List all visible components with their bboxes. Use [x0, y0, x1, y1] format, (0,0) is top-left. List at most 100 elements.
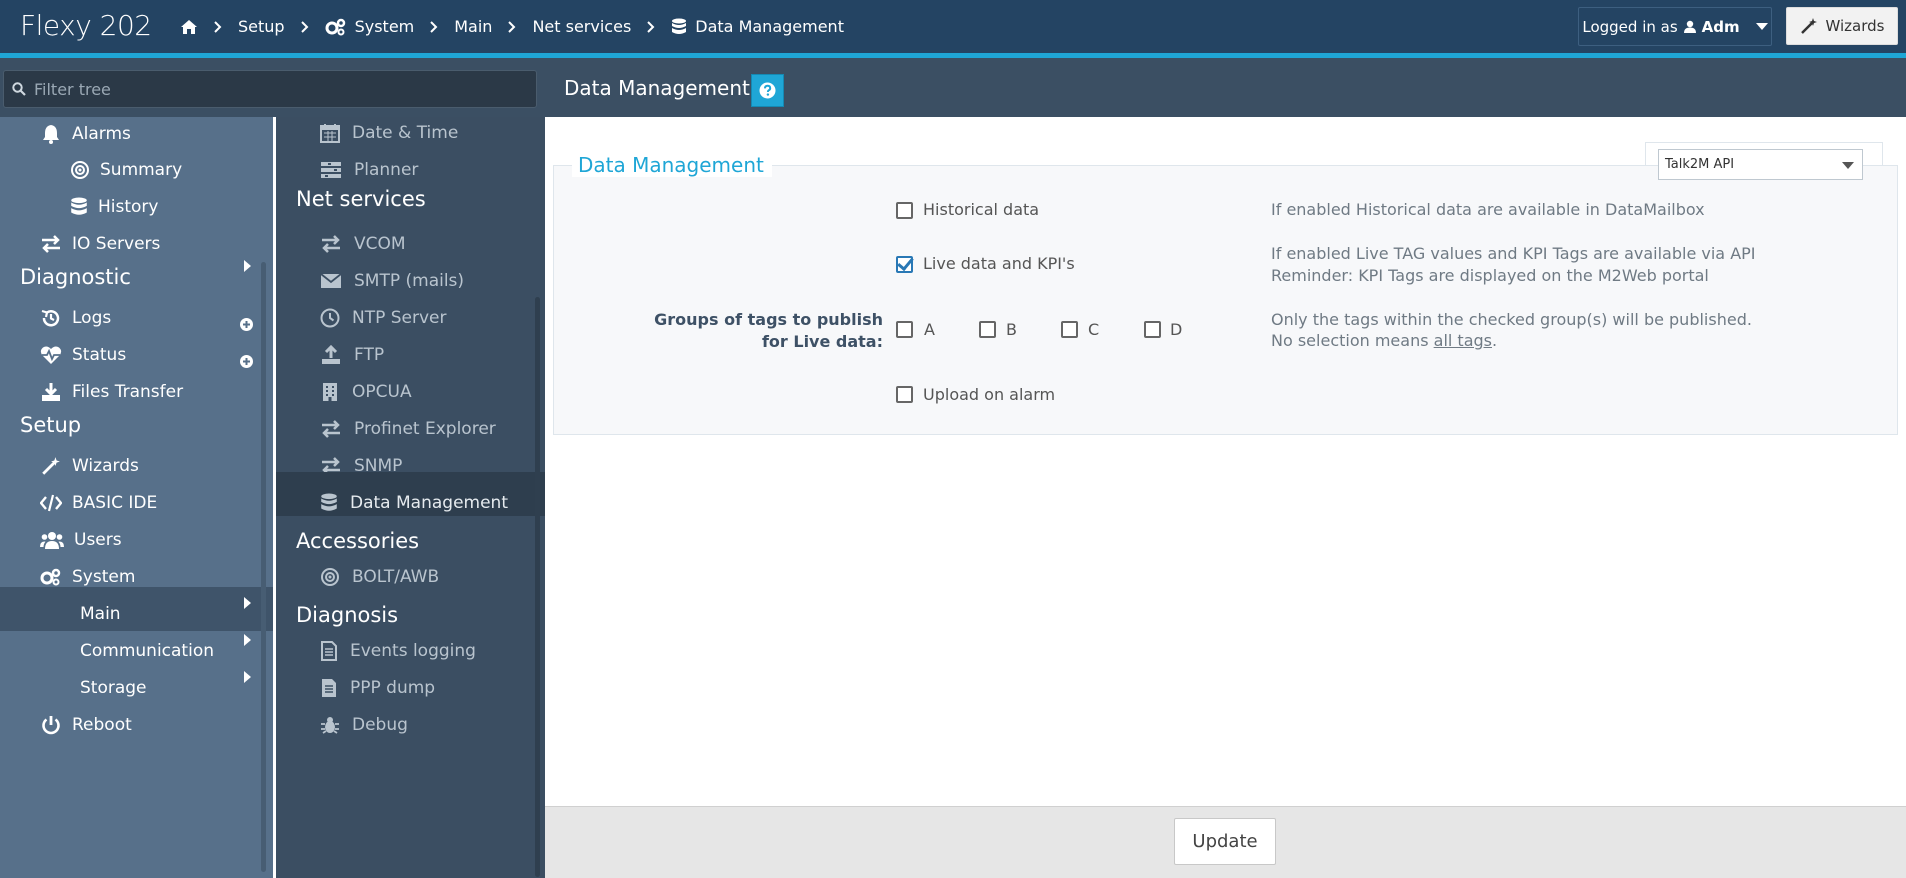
live-data-checkbox[interactable] — [896, 256, 913, 273]
chevron-right-icon — [198, 20, 238, 33]
bell-icon — [40, 123, 62, 145]
nav-reboot[interactable]: Reboot — [40, 715, 132, 735]
filter-tree-box[interactable] — [3, 70, 537, 108]
nav-alarms[interactable]: Alarms — [40, 123, 131, 145]
nav-opcua[interactable]: OPCUA — [320, 382, 412, 402]
nav-main-active-bg — [0, 587, 273, 631]
logged-in-menu[interactable]: Logged in as Adm — [1578, 7, 1772, 46]
groups-label-1: Groups of tags to publish — [654, 310, 883, 329]
historical-data-label: Historical data — [923, 200, 1040, 219]
chevron-right-icon — [492, 20, 532, 33]
nav-logs[interactable]: Logs — [40, 308, 111, 328]
nav-vcom[interactable]: VCOM — [320, 234, 406, 254]
section-diagnostic: Diagnostic — [20, 265, 131, 289]
heartbeat-icon — [40, 345, 62, 365]
filter-tree-input[interactable] — [34, 79, 514, 99]
breadcrumb-system[interactable]: System — [325, 17, 414, 36]
help-button[interactable] — [751, 74, 784, 107]
fieldset-legend: Data Management — [572, 153, 772, 177]
nav-main[interactable]: Main — [80, 604, 121, 624]
add-circle-icon[interactable] — [240, 355, 253, 368]
nav-io-servers[interactable]: IO Servers — [40, 234, 160, 254]
historical-data-checkbox[interactable] — [896, 202, 913, 219]
group-a-checkbox[interactable] — [896, 321, 913, 338]
nav-basic-ide[interactable]: BASIC IDE — [40, 493, 157, 513]
nav-planner[interactable]: Planner — [320, 160, 418, 180]
chevron-right-icon — [631, 20, 671, 33]
nav-wizards[interactable]: Wizards — [40, 456, 139, 476]
nav-ppp-dump[interactable]: PPP dump — [320, 678, 435, 698]
page-title: Data Management — [564, 76, 750, 100]
download-icon — [40, 382, 62, 402]
caret-down-icon — [1755, 22, 1768, 31]
nav-files-transfer[interactable]: Files Transfer — [40, 382, 183, 402]
breadcrumb-net-services[interactable]: Net services — [532, 17, 631, 36]
exchange-icon — [320, 235, 342, 253]
nav-data-management[interactable]: Data Management — [320, 493, 508, 513]
target-icon — [70, 160, 90, 180]
caret-down-icon — [1842, 162, 1854, 169]
chevron-right-icon — [285, 20, 325, 33]
home-icon — [180, 19, 198, 35]
nav-ntp-server[interactable]: NTP Server — [320, 308, 447, 328]
file-text-icon — [320, 641, 338, 661]
gears-icon — [325, 18, 347, 36]
nav-communication[interactable]: Communication — [80, 641, 214, 661]
update-button[interactable]: Update — [1174, 818, 1276, 865]
nav-date-time[interactable]: Date & Time — [320, 123, 458, 143]
user-icon — [1683, 20, 1696, 33]
api-select[interactable]: Talk2M API — [1658, 149, 1863, 180]
group-b-checkbox[interactable] — [979, 321, 996, 338]
nav-events-logging[interactable]: Events logging — [320, 641, 476, 661]
all-tags-link[interactable]: all tags — [1434, 331, 1492, 350]
expand-arrow-icon[interactable] — [244, 671, 251, 683]
bug-icon — [320, 715, 340, 735]
upload-on-alarm-checkbox[interactable] — [896, 386, 913, 403]
group-d-checkbox[interactable] — [1144, 321, 1161, 338]
nav-status[interactable]: Status — [40, 345, 126, 365]
nav-debug[interactable]: Debug — [320, 715, 408, 735]
historical-data-help: If enabled Historical data are available… — [1271, 200, 1705, 219]
breadcrumb-data-management[interactable]: Data Management — [671, 17, 844, 36]
nav-ftp[interactable]: FTP — [320, 345, 384, 365]
nav-users[interactable]: Users — [40, 530, 122, 550]
code-icon — [40, 493, 62, 513]
section-accessories: Accessories — [296, 529, 420, 553]
expand-arrow-icon[interactable] — [244, 597, 251, 609]
breadcrumb-main[interactable]: Main — [454, 17, 492, 36]
upload-icon — [320, 345, 342, 365]
groups-help-2: No selection means all tags. — [1271, 331, 1498, 350]
gears-icon — [40, 568, 62, 586]
brand-logo[interactable]: Flexy 202 — [20, 9, 152, 42]
nav-smtp[interactable]: SMTP (mails) — [320, 271, 464, 291]
group-c-checkbox[interactable] — [1061, 321, 1078, 338]
primary-nav: Alarms Summary History IO Servers Diagno… — [0, 117, 273, 878]
section-diagnosis: Diagnosis — [296, 603, 399, 627]
nav-bolt-awb[interactable]: BOLT/AWB — [320, 567, 439, 587]
breadcrumb-setup[interactable]: Setup — [238, 17, 285, 36]
nav-system[interactable]: System — [40, 567, 135, 587]
live-data-help-1: If enabled Live TAG values and KPI Tags … — [1271, 244, 1756, 263]
wizards-button[interactable]: Wizards — [1786, 7, 1898, 45]
live-data-label: Live data and KPI's — [923, 254, 1075, 273]
groups-help-1: Only the tags within the checked group(s… — [1271, 310, 1752, 329]
nav-storage[interactable]: Storage — [80, 678, 147, 698]
nav-history[interactable]: History — [70, 197, 158, 217]
nav-profinet-explorer[interactable]: Profinet Explorer — [320, 419, 496, 439]
breadcrumb: Setup System Main Net services Data Mana… — [180, 0, 844, 53]
secondary-nav-scrollbar[interactable] — [535, 297, 540, 877]
database-icon — [70, 197, 88, 217]
planner-icon — [320, 161, 342, 179]
group-c-label: C — [1088, 320, 1100, 339]
nav-summary[interactable]: Summary — [70, 160, 182, 180]
magic-wand-icon — [40, 456, 62, 476]
users-icon — [40, 530, 64, 550]
add-circle-icon[interactable] — [240, 318, 253, 331]
primary-nav-scrollbar[interactable] — [261, 262, 266, 872]
expand-arrow-icon[interactable] — [244, 634, 251, 646]
group-d-label: D — [1170, 320, 1183, 339]
expand-arrow-icon[interactable] — [244, 260, 251, 272]
groups-label-2: for Live data: — [761, 332, 883, 351]
breadcrumb-home[interactable] — [180, 19, 198, 35]
group-b-label: B — [1006, 320, 1017, 339]
